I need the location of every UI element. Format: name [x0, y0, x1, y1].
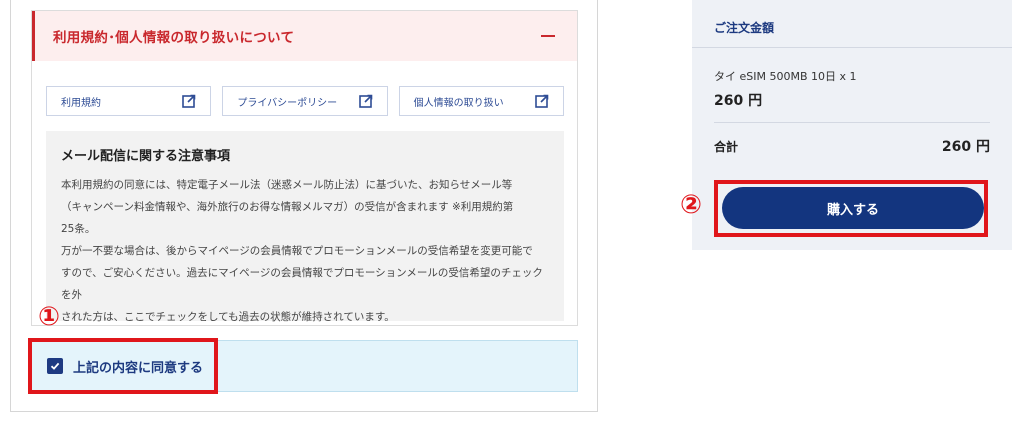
- highlight-frame-buy: [714, 180, 988, 237]
- terms-section-header[interactable]: 利用規約･個人情報の取り扱いについて: [32, 11, 577, 61]
- terms-section: 利用規約･個人情報の取り扱いについて 利用規約 プライバシーポリシー 個人情報の…: [31, 10, 578, 326]
- minus-icon[interactable]: [541, 35, 555, 37]
- notice-line: （キャンペーン料金情報や、海外旅行のお得な情報メルマガ）の受信が含まれます ※利…: [61, 201, 514, 213]
- link-personal-info[interactable]: 個人情報の取り扱い: [398, 86, 564, 116]
- notice-body: 本利用規約の同意には、特定電子メール法（迷惑メール防止法）に基づいた、お知らせメ…: [61, 174, 550, 328]
- total-divider: [714, 122, 990, 123]
- link-privacy-policy[interactable]: プライバシーポリシー: [222, 86, 388, 116]
- order-title: ご注文金額: [714, 21, 775, 35]
- order-item-price: 260 円: [714, 93, 763, 109]
- external-link-icon: [535, 94, 549, 108]
- link-personal-info-label: 個人情報の取り扱い: [413, 97, 504, 109]
- total-value: 260 円: [941, 139, 990, 155]
- notice-title: メール配信に関する注意事項: [61, 149, 231, 164]
- notice-line: 本利用規約の同意には、特定電子メール法（迷惑メール防止法）に基づいた、お知らせメ…: [61, 179, 513, 191]
- step-2-marker: ②: [680, 190, 703, 220]
- link-terms-label: 利用規約: [61, 97, 101, 109]
- mail-notice: メール配信に関する注意事項 本利用規約の同意には、特定電子メール法（迷惑メール防…: [46, 131, 564, 323]
- step-1-marker: ①: [38, 302, 61, 332]
- order-header: ご注文金額: [692, 8, 1012, 48]
- external-link-icon: [358, 94, 372, 108]
- notice-line: 25条。: [61, 223, 96, 235]
- order-item-name: タイ eSIM 500MB 10日 x 1: [714, 70, 857, 83]
- link-privacy-label: プライバシーポリシー: [237, 97, 338, 109]
- total-label: 合計: [714, 140, 739, 154]
- terms-section-title: 利用規約･個人情報の取り扱いについて: [53, 30, 295, 46]
- highlight-frame-agree: [28, 338, 218, 394]
- notice-line: 万が一不要な場合は、後からマイページの会員情報でプロモーションメールの受信希望を…: [61, 245, 533, 257]
- notice-line: すので、ご安心ください。過去にマイページの会員情報でプロモーションメールの受信希…: [61, 267, 543, 301]
- notice-line: された方は、ここでチェックをしても過去の状態が維持されています。: [61, 311, 395, 323]
- external-link-icon: [182, 94, 196, 108]
- link-terms[interactable]: 利用規約: [46, 86, 212, 116]
- terms-links: 利用規約 プライバシーポリシー 個人情報の取り扱い: [46, 86, 564, 116]
